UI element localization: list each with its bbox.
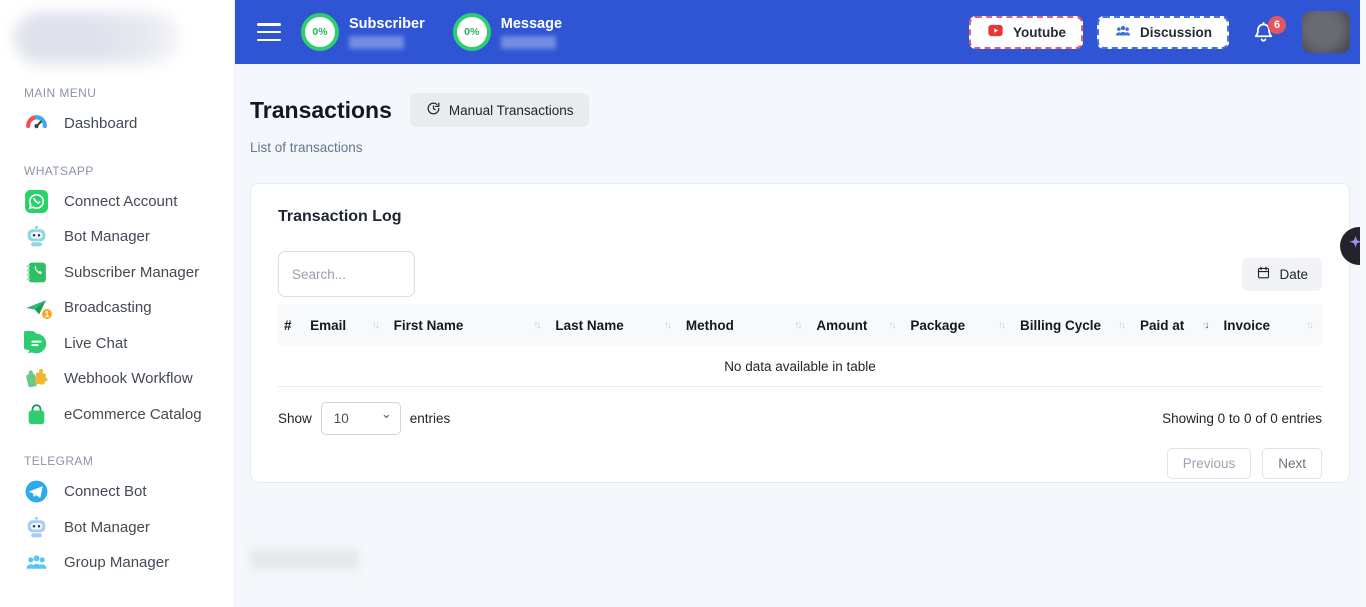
column-header-method[interactable]: Method↑↓ (680, 318, 811, 333)
telegram-icon (24, 479, 49, 504)
sidebar-item-live-chat[interactable]: Live Chat (0, 326, 234, 362)
column-header-first-name[interactable]: First Name↑↓ (388, 318, 550, 333)
date-filter-button[interactable]: Date (1242, 258, 1322, 291)
page-title: Transactions (250, 97, 392, 124)
message-progress-ring: 0% (453, 13, 491, 51)
sort-desc-icon: ↑↓ (1202, 320, 1208, 331)
sort-icon: ↑↓ (664, 320, 670, 331)
group-icon (24, 550, 49, 575)
calendar-icon (1256, 265, 1271, 283)
sidebar-item-label: Connect Bot (64, 483, 147, 500)
sidebar-item-label: Group Manager (64, 554, 169, 571)
column-header-amount[interactable]: Amount↑↓ (810, 318, 904, 333)
broadcasting-badge: 1 (41, 308, 53, 320)
app-logo (14, 12, 179, 64)
table-empty-message: No data available in table (278, 346, 1322, 387)
subscriber-stat-label: Subscriber (349, 16, 425, 32)
contact-book-icon (24, 260, 49, 285)
manual-transactions-label: Manual Transactions (449, 103, 574, 118)
youtube-button-label: Youtube (1013, 25, 1066, 40)
puzzle-icon (24, 366, 49, 391)
card-title: Transaction Log (278, 208, 1322, 226)
sort-icon: ↑↓ (372, 320, 378, 331)
column-header-last-name[interactable]: Last Name↑↓ (549, 318, 680, 333)
message-stat-value-redacted (501, 36, 556, 49)
sort-icon: ↑↓ (533, 320, 539, 331)
scrollbar-track[interactable] (1360, 0, 1366, 607)
show-label: Show (278, 411, 312, 426)
hamburger-menu-icon[interactable] (257, 23, 281, 41)
sidebar-item-label: Live Chat (64, 335, 127, 352)
subscriber-stat: 0% Subscriber (301, 13, 425, 51)
date-button-label: Date (1279, 267, 1308, 282)
sidebar-item-bot-manager-telegram[interactable]: Bot Manager (0, 510, 234, 546)
paper-plane-icon: 1 (24, 295, 49, 320)
discussion-people-icon (1114, 22, 1132, 43)
sidebar-item-bot-manager-whatsapp[interactable]: Bot Manager (0, 219, 234, 255)
manual-transactions-button[interactable]: Manual Transactions (410, 93, 590, 127)
sidebar-section-main-menu: MAIN MENU (24, 86, 210, 100)
sidebar-item-subscriber-manager[interactable]: Subscriber Manager (0, 255, 234, 291)
sidebar-item-label: Bot Manager (64, 228, 150, 245)
column-header-billing-cycle[interactable]: Billing Cycle↑↓ (1014, 318, 1134, 333)
notification-count-badge: 6 (1268, 16, 1286, 34)
sidebar-item-dashboard[interactable]: Dashboard (0, 106, 234, 142)
footer-text-redacted (250, 549, 359, 570)
user-avatar[interactable] (1302, 11, 1350, 53)
history-icon (426, 101, 441, 119)
message-stat: 0% Message (453, 13, 562, 51)
sort-icon: ↑↓ (1118, 320, 1124, 331)
gauge-icon (24, 111, 49, 136)
sort-icon: ↑↓ (998, 320, 1004, 331)
table-header-row: # Email↑↓ First Name↑↓ Last Name↑↓ Metho… (278, 304, 1322, 346)
column-header-package[interactable]: Package↑↓ (904, 318, 1014, 333)
sidebar-item-webhook-workflow[interactable]: Webhook Workflow (0, 361, 234, 397)
sidebar-section-telegram: TELEGRAM (24, 454, 210, 468)
robot-icon (24, 224, 49, 249)
youtube-button[interactable]: Youtube (969, 16, 1083, 49)
message-stat-label: Message (501, 16, 562, 32)
sidebar: MAIN MENU Dashboard WHATSAPP Connect Acc… (0, 0, 235, 607)
sidebar-item-broadcasting[interactable]: 1 Broadcasting (0, 290, 234, 326)
sidebar-item-label: Bot Manager (64, 519, 150, 536)
column-header-paid-at[interactable]: Paid at↑↓ (1134, 318, 1218, 333)
sidebar-item-ecommerce-catalog[interactable]: eCommerce Catalog (0, 397, 234, 433)
pagination-summary: Showing 0 to 0 of 0 entries (1162, 411, 1322, 426)
sort-icon: ↑↓ (794, 320, 800, 331)
sidebar-item-connect-account[interactable]: Connect Account (0, 184, 234, 220)
column-header-email[interactable]: Email↑↓ (304, 318, 388, 333)
sidebar-item-group-manager[interactable]: Group Manager (0, 545, 234, 581)
subscriber-stat-value-redacted (349, 36, 404, 49)
whatsapp-icon (24, 189, 49, 214)
sidebar-item-label: Subscriber Manager (64, 264, 199, 281)
previous-page-button[interactable]: Previous (1167, 448, 1252, 479)
sidebar-item-label: Webhook Workflow (64, 370, 193, 387)
main-content: Transactions Manual Transactions List of… (235, 0, 1366, 570)
sidebar-section-whatsapp: WHATSAPP (24, 164, 210, 178)
notification-bell-icon[interactable]: 6 (1251, 20, 1276, 45)
transaction-log-card: Transaction Log Date # Email↑↓ First Nam… (250, 183, 1350, 483)
sidebar-item-label: Connect Account (64, 193, 177, 210)
column-header-invoice[interactable]: Invoice↑↓ (1218, 318, 1322, 333)
chat-bubble-icon (24, 331, 49, 356)
discussion-button-label: Discussion (1140, 25, 1212, 40)
entries-label: entries (410, 411, 451, 426)
page-size-select[interactable]: 10 (321, 402, 401, 435)
column-header-index[interactable]: # (278, 318, 304, 333)
next-page-button[interactable]: Next (1262, 448, 1322, 479)
page-subtitle: List of transactions (250, 140, 1350, 155)
sidebar-item-label: Dashboard (64, 115, 137, 132)
youtube-icon (986, 23, 1005, 41)
discussion-button[interactable]: Discussion (1097, 16, 1229, 49)
sidebar-item-label: eCommerce Catalog (64, 406, 202, 423)
sort-icon: ↑↓ (888, 320, 894, 331)
robot-blue-icon (24, 515, 49, 540)
top-header: 0% Subscriber 0% Message Youtube Discuss… (235, 0, 1366, 64)
search-input[interactable] (278, 251, 415, 297)
sidebar-item-label: Broadcasting (64, 299, 152, 316)
sort-icon: ↑↓ (1306, 320, 1312, 331)
subscriber-progress-ring: 0% (301, 13, 339, 51)
sidebar-item-connect-bot[interactable]: Connect Bot (0, 474, 234, 510)
shopping-bag-icon (24, 402, 49, 427)
